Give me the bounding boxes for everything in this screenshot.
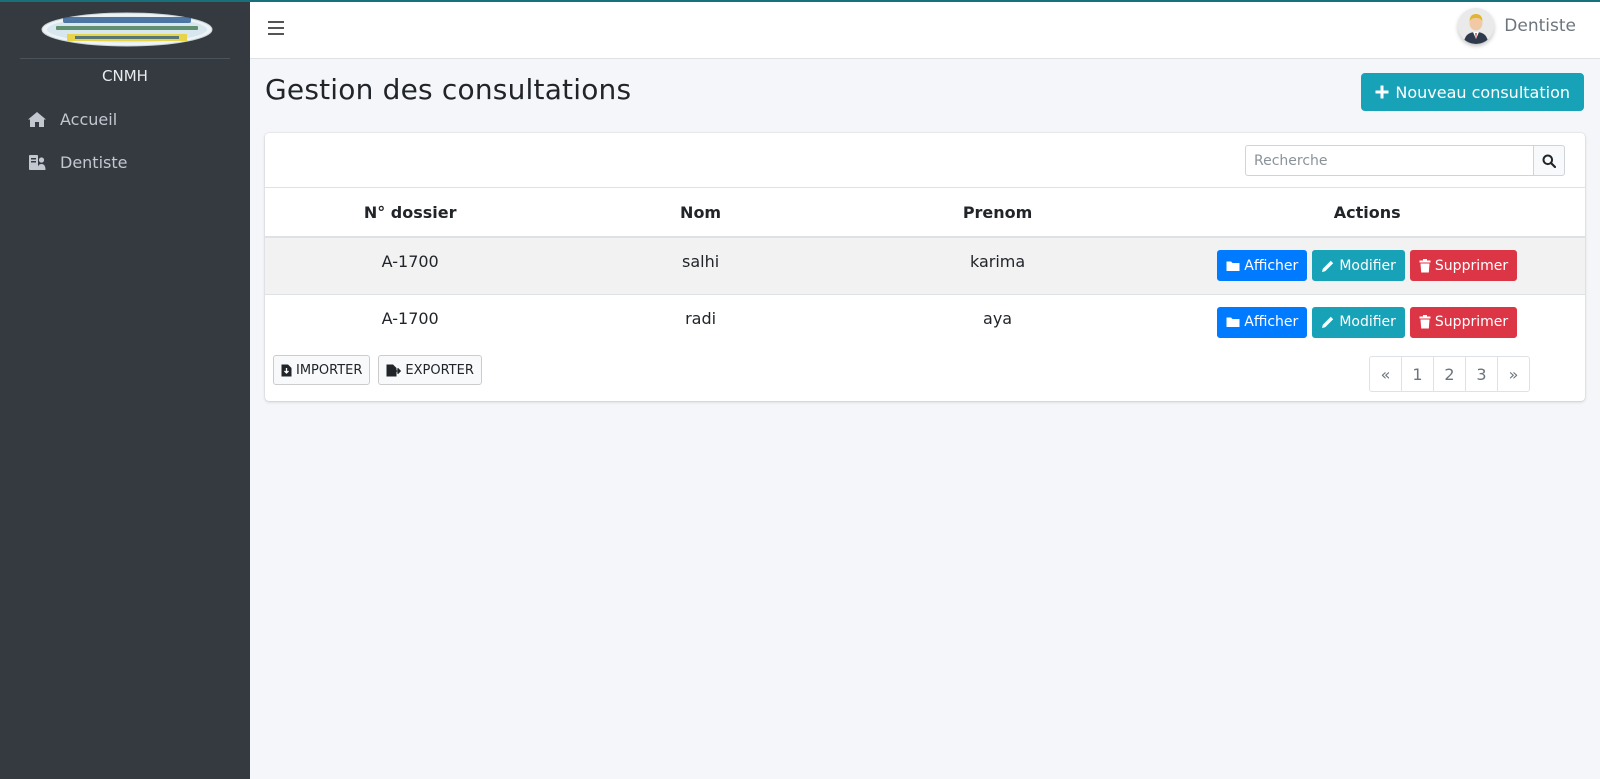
user-menu[interactable]: Dentiste	[1458, 8, 1576, 44]
cell-dossier: A-1700	[265, 293, 556, 351]
cell-nom: salhi	[682, 252, 720, 271]
sidebar: CNMH Accueil Dentiste	[0, 0, 250, 779]
edit-button[interactable]: Modifier	[1312, 250, 1405, 281]
trash-icon	[1419, 258, 1431, 272]
sidebar-item-dentiste[interactable]: Dentiste	[0, 141, 250, 183]
delete-label: Supprimer	[1434, 314, 1509, 330]
pagination-prev[interactable]: «	[1369, 356, 1402, 392]
plus-icon	[1375, 85, 1389, 99]
pagination-page-1[interactable]: 1	[1401, 356, 1434, 392]
page-title: Gestion des consultations	[265, 73, 632, 106]
card-header	[265, 133, 1585, 188]
cell-prenom: karima	[969, 252, 1026, 271]
cell-actions: Afficher Modifier Supprimer	[1149, 237, 1585, 294]
brand-name: CNMH	[102, 67, 148, 85]
delete-button[interactable]: Supprimer	[1409, 250, 1518, 281]
new-consultation-button[interactable]: Nouveau consultation	[1361, 73, 1584, 111]
cell-dossier: A-1700	[381, 252, 439, 271]
edit-button[interactable]: Modifier	[1312, 306, 1405, 338]
home-icon	[26, 110, 48, 128]
top-accent-line	[0, 0, 1600, 2]
table-header-row: N° dossier Nom Prenom Actions	[265, 188, 1585, 238]
view-button[interactable]: Afficher	[1217, 306, 1308, 338]
sidebar-nav: Accueil Dentiste	[0, 98, 250, 183]
search-input[interactable]	[1245, 145, 1533, 176]
export-label: EXPORTER	[405, 362, 474, 378]
search-icon	[1542, 154, 1556, 168]
avatar	[1458, 8, 1495, 44]
pagination-page-2[interactable]: 2	[1433, 356, 1466, 392]
user-id-icon	[26, 153, 48, 171]
search-group	[1245, 145, 1565, 176]
edit-label: Modifier	[1339, 257, 1396, 274]
cell-prenom: aya	[845, 293, 1150, 351]
new-consultation-label: Nouveau consultation	[1395, 82, 1570, 102]
table-row: A-1700 radi aya Afficher Modifier Suppri…	[265, 293, 1585, 351]
pencil-icon	[1322, 260, 1334, 272]
delete-button[interactable]: Supprimer	[1409, 306, 1518, 338]
trash-icon	[1419, 315, 1431, 329]
column-header-dossier: N° dossier	[265, 188, 556, 238]
main-content: Gestion des consultations Nouveau consul…	[250, 59, 1600, 779]
user-name: Dentiste	[1504, 16, 1576, 36]
view-button[interactable]: Afficher	[1217, 250, 1308, 281]
view-label: Afficher	[1244, 314, 1299, 330]
pencil-icon	[1322, 316, 1334, 328]
delete-label: Supprimer	[1434, 257, 1509, 274]
sidebar-item-label: Accueil	[60, 109, 118, 129]
import-label: IMPORTER	[296, 362, 363, 378]
import-export-group: IMPORTER EXPORTER	[273, 355, 482, 385]
cell-actions: Afficher Modifier Supprimer	[1149, 293, 1585, 351]
file-export-icon	[386, 364, 402, 376]
import-button[interactable]: IMPORTER	[273, 355, 371, 385]
pagination: « 1 2 3 »	[1369, 356, 1530, 392]
brand	[20, 0, 230, 59]
view-label: Afficher	[1244, 257, 1299, 274]
cnmh-logo[interactable]	[41, 12, 213, 47]
file-import-icon	[281, 364, 292, 376]
pagination-page-3[interactable]: 3	[1465, 356, 1498, 392]
cell-nom: radi	[555, 293, 846, 351]
export-button[interactable]: EXPORTER	[378, 355, 482, 385]
search-button[interactable]	[1533, 145, 1565, 176]
folder-icon	[1226, 261, 1240, 271]
column-header-prenom: Prenom	[845, 188, 1150, 238]
top-navbar: Dentiste	[250, 2, 1600, 59]
sidebar-item-label: Dentiste	[60, 152, 128, 172]
column-header-nom: Nom	[555, 188, 846, 238]
pagination-next[interactable]: »	[1497, 356, 1530, 392]
consultations-table: N° dossier Nom Prenom Actions A-1700 sal…	[265, 188, 1585, 351]
sidebar-item-accueil[interactable]: Accueil	[0, 98, 250, 140]
consultations-card: N° dossier Nom Prenom Actions A-1700 sal…	[265, 133, 1585, 401]
edit-label: Modifier	[1339, 314, 1396, 330]
folder-icon	[1226, 317, 1240, 327]
column-header-actions: Actions	[1149, 188, 1585, 238]
menu-toggle-icon[interactable]	[268, 21, 284, 35]
table-row: A-1700 salhi karima Afficher Modifier Su…	[265, 237, 1585, 294]
